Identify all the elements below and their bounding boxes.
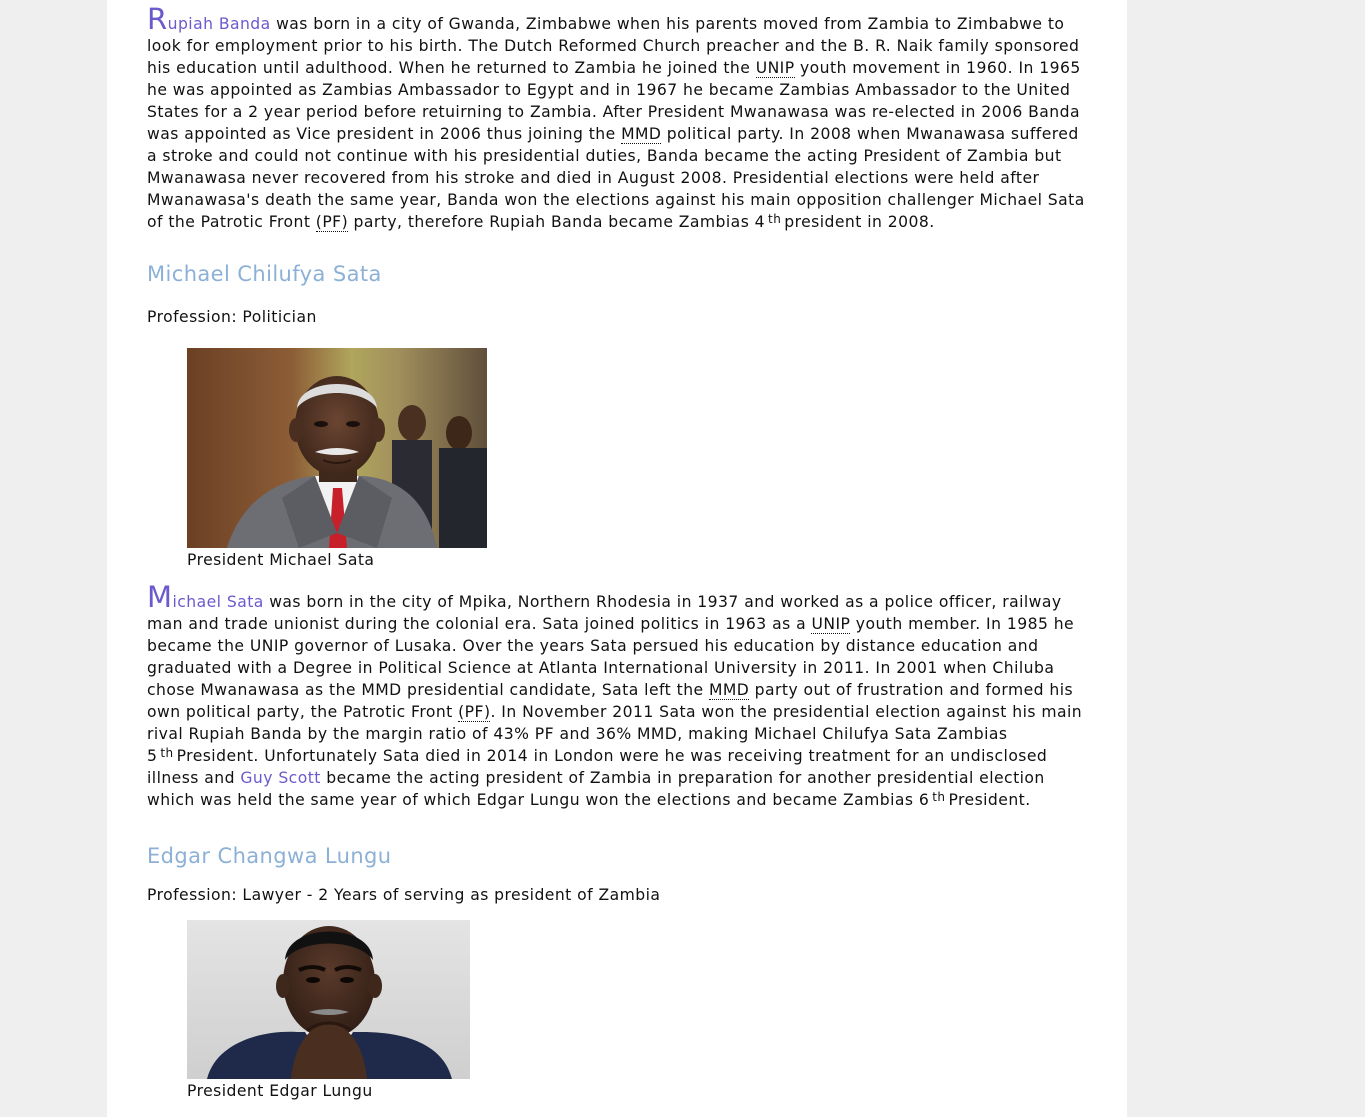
lungu-heading: Edgar Changwa Lungu bbox=[147, 844, 392, 868]
rupiah-banda-link[interactable]: Rupiah Banda bbox=[147, 5, 271, 34]
michael-sata-link-text: ichael Sata bbox=[172, 593, 264, 611]
ordinal-suffix: th bbox=[768, 212, 782, 226]
dropcap-m: M bbox=[147, 580, 173, 614]
page-column: Rupiah Banda was born in a city of Gwand… bbox=[107, 0, 1127, 1117]
dropcap-r: R bbox=[147, 2, 168, 36]
sata-heading: Michael Chilufya Sata bbox=[147, 262, 382, 286]
guy-scott-link[interactable]: Guy Scott bbox=[240, 769, 320, 787]
lungu-caption: President Edgar Lungu bbox=[187, 1082, 373, 1100]
lungu-photo bbox=[187, 920, 470, 1079]
lungu-profession: Profession: Lawyer - 2 Years of serving … bbox=[147, 886, 661, 904]
ordinal-suffix: th bbox=[932, 790, 946, 804]
sata-caption: President Michael Sata bbox=[187, 551, 375, 569]
sata-photo bbox=[187, 348, 487, 548]
rupiah-banda-link-text: upiah Banda bbox=[167, 15, 271, 33]
pf-abbr[interactable]: (PF) bbox=[458, 703, 491, 722]
mmd-abbr[interactable]: MMD bbox=[621, 125, 662, 144]
sata-figure: President Michael Sata bbox=[187, 348, 487, 570]
sata-text-7: President. bbox=[948, 791, 1031, 809]
banda-text-4: party, therefore Rupiah Banda became Zam… bbox=[348, 213, 766, 231]
sata-paragraph: Michael Sata was born in the city of Mpi… bbox=[147, 583, 1092, 811]
unip-abbr[interactable]: UNIP bbox=[755, 59, 795, 78]
michael-sata-link[interactable]: Michael Sata bbox=[147, 583, 264, 612]
pf-abbr[interactable]: (PF) bbox=[315, 213, 349, 232]
banda-text-5: president in 2008. bbox=[784, 213, 935, 231]
lungu-figure: President Edgar Lungu bbox=[187, 920, 470, 1101]
sata-profession: Profession: Politician bbox=[147, 308, 317, 326]
mmd-abbr[interactable]: MMD bbox=[708, 681, 750, 700]
ordinal-suffix: th bbox=[160, 746, 174, 760]
unip-abbr[interactable]: UNIP bbox=[811, 615, 851, 634]
banda-paragraph: Rupiah Banda was born in a city of Gwand… bbox=[147, 5, 1092, 233]
